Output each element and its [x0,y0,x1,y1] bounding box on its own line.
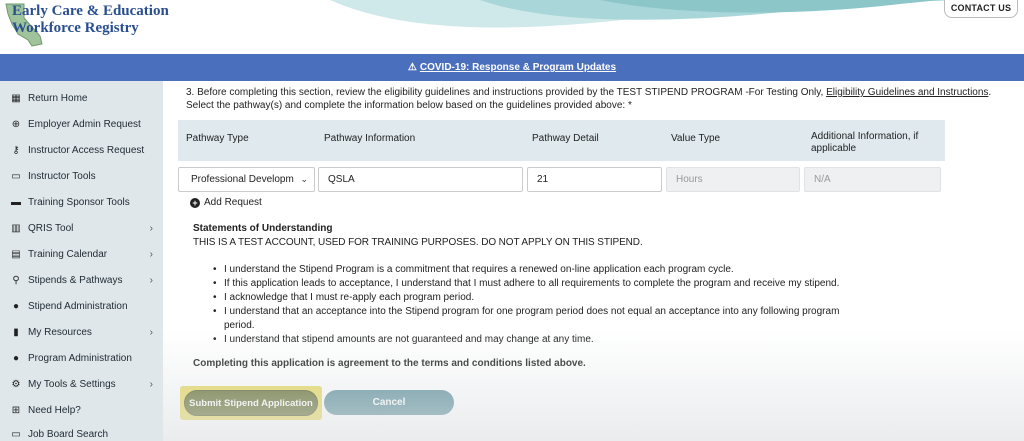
sidebar-item-training-sponsor-tools[interactable]: ▬ Training Sponsor Tools [0,189,163,215]
chevron-right-icon: › [149,274,153,286]
statement-item: I acknowledge that I must re-apply each … [213,291,863,305]
site-header: Early Care & Education Workforce Registr… [0,0,1024,54]
column-header-pathway-information: Pathway Information [324,133,416,144]
board-icon: ▭ [11,428,21,440]
submit-highlight: Submit Stipend Application [180,386,322,420]
pathway-instructions: 3. Before completing this section, revie… [186,86,996,112]
calendar-icon: ▤ [11,248,21,260]
sidebar-item-return-home[interactable]: ▦ Return Home [0,85,163,111]
column-header-value-type: Value Type [671,133,721,144]
search-icon: ⚲ [12,274,20,286]
sidebar-item-my-resources[interactable]: ▮ My Resources › [0,319,163,345]
column-header-additional-info: Additional Information, if applicable [811,131,919,154]
statement-item: I understand that an acceptance into the… [213,305,863,333]
sidebar-item-label: Instructor Access Request [28,144,145,156]
add-request-label: Add Request [204,197,262,208]
covid-banner: ⚠ COVID-19: Response & Program Updates [0,54,1024,81]
sidebar-item-my-tools-settings[interactable]: ⚙ My Tools & Settings › [0,371,163,397]
projector-icon: ▬ [11,196,21,208]
file-icon: ▮ [13,326,19,338]
sidebar-item-label: Stipends & Pathways [28,274,123,286]
stipend-application-form: 3. Before completing this section, revie… [163,81,1024,441]
instructions-text: 3. Before completing this section, revie… [186,87,824,98]
sidebar-item-training-calendar[interactable]: ▤ Training Calendar › [0,241,163,267]
additional-info-field: N/A [804,167,941,192]
statements-list: I understand the Stipend Program is a co… [213,263,863,347]
user-icon: ● [12,352,20,364]
sidebar-item-program-administration[interactable]: ● Program Administration [0,345,163,371]
building-icon: ▥ [11,222,21,234]
chevron-right-icon: › [149,326,153,338]
sidebar-item-stipend-administration[interactable]: ● Stipend Administration [0,293,163,319]
column-header-pathway-detail: Pathway Detail [532,133,599,144]
statement-item: If this application leads to acceptance,… [213,277,863,291]
instructions-line-2: Select the pathway(s) and complete the i… [186,100,632,111]
grid-icon: ▦ [11,92,21,104]
pathway-detail-field[interactable]: 21 [527,167,662,192]
sidebar-item-stipends-pathways[interactable]: ⚲ Stipends & Pathways › [0,267,163,293]
sidebar-item-instructor-access-request[interactable]: ⚷ Instructor Access Request [0,137,163,163]
sidebar-item-instructor-tools[interactable]: ▭ Instructor Tools [0,163,163,189]
user-icon: ● [12,300,20,312]
sidebar-item-qris-tool[interactable]: ▥ QRIS Tool › [0,215,163,241]
globe-icon: ⊕ [11,118,21,130]
chevron-right-icon: › [149,222,153,234]
sidebar-item-label: Employer Admin Request [28,118,141,130]
sidebar-nav: ▦ Return Home ⊕ Employer Admin Request ⚷… [0,81,163,441]
site-logo[interactable]: Early Care & Education Workforce Registr… [12,3,169,37]
pathway-information-field[interactable]: QSLA [318,167,523,192]
chevron-right-icon: › [149,378,153,390]
pathway-type-value: Professional Developm [191,174,294,185]
sidebar-item-label: My Resources [28,326,92,338]
sidebar-item-label: Training Calendar [28,248,108,260]
statements-heading: Statements of Understanding [193,223,333,234]
statement-item: I understand the Stipend Program is a co… [213,263,863,277]
instructions-period: . [988,87,992,98]
column-header-pathway-type: Pathway Type [186,133,249,144]
eligibility-guidelines-link[interactable]: Eligibility Guidelines and Instructions [826,87,988,98]
add-request-button[interactable]: + Add Request [190,197,262,208]
sidebar-item-label: Instructor Tools [28,170,96,182]
plus-circle-icon: + [190,197,200,208]
logo-line-1: Early Care & Education [12,3,169,19]
gears-icon: ⚙ [11,378,21,390]
covid-updates-link[interactable]: COVID-19: Response & Program Updates [420,62,616,73]
sidebar-item-label: Job Board Search [28,428,109,440]
sidebar-item-label: Program Administration [28,352,132,364]
pathway-type-select[interactable]: Professional Developm ⌄ [178,167,315,192]
toolbox-icon: ▭ [11,170,21,182]
chevron-right-icon: › [149,248,153,260]
cancel-button[interactable]: Cancel [324,390,454,415]
submit-stipend-application-button[interactable]: Submit Stipend Application [184,390,318,416]
sidebar-item-label: QRIS Tool [28,222,74,234]
pathway-table-header: Pathway Type Pathway Information Pathway… [178,120,945,161]
warning-icon: ⚠ [407,62,417,73]
sidebar-item-label: Return Home [28,92,88,104]
sidebar-item-label: Stipend Administration [28,300,128,312]
contact-us-button[interactable]: CONTACT US [944,0,1018,18]
value-type-field: Hours [666,167,800,192]
sidebar-item-label: Need Help? [28,404,81,416]
statement-item: I understand that stipend amounts are no… [213,333,863,347]
agreement-text: Completing this application is agreement… [193,358,586,369]
sidebar-item-label: My Tools & Settings [28,378,116,390]
test-account-notice: THIS IS A TEST ACCOUNT, USED FOR TRAININ… [193,237,643,248]
plus-square-icon: ⊞ [11,404,21,416]
logo-line-2: Workforce Registry [12,20,139,36]
chevron-down-icon: ⌄ [300,174,308,184]
sidebar-item-employer-admin-request[interactable]: ⊕ Employer Admin Request [0,111,163,137]
sidebar-item-need-help[interactable]: ⊞ Need Help? [0,397,163,423]
sidebar-item-job-board-search[interactable]: ▭ Job Board Search [0,421,163,441]
key-icon: ⚷ [12,144,20,156]
sidebar-item-label: Training Sponsor Tools [28,196,130,208]
